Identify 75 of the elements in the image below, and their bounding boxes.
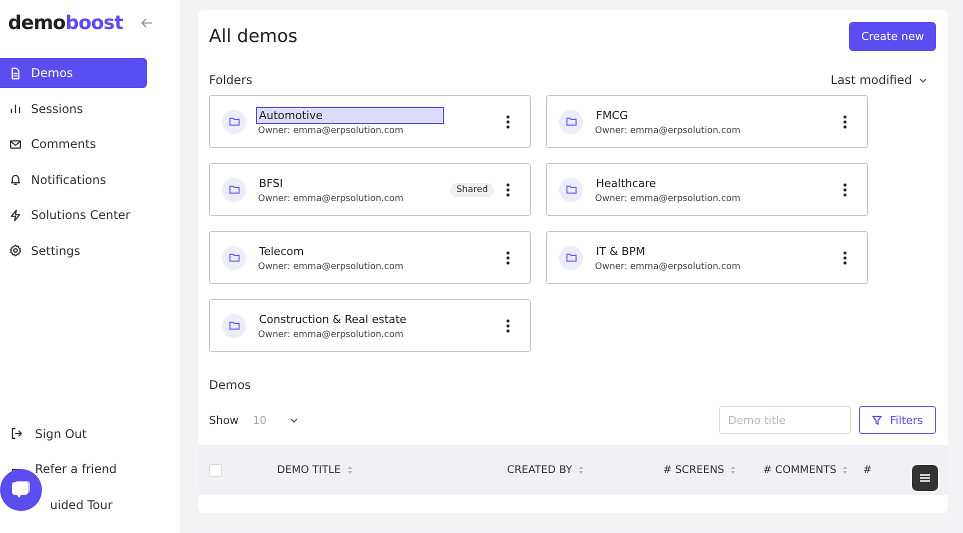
menu-icon xyxy=(919,473,931,483)
sort-icon xyxy=(842,465,848,475)
more-options-icon[interactable] xyxy=(506,114,510,128)
column-header[interactable]: DEMO TITLE xyxy=(277,464,507,476)
sort-icon xyxy=(346,465,353,475)
folder-owner: Owner: emma@erpsolution.com xyxy=(258,262,404,272)
folder-card[interactable]: Telecom Owner: emma@erpsolution.com xyxy=(209,231,531,284)
folder-card[interactable]: BFSI Owner: emma@erpsolution.com Shared xyxy=(209,163,531,216)
create-new-button[interactable]: Create new xyxy=(849,22,936,51)
folder-card[interactable]: IT & BPM Owner: emma@erpsolution.com xyxy=(546,231,868,284)
logo: demoboost xyxy=(8,12,123,34)
folder-owner: Owner: emma@erpsolution.com xyxy=(258,194,404,204)
page-title: All demos xyxy=(209,26,298,47)
bolt-icon xyxy=(9,208,22,222)
search-field[interactable]: Demo title xyxy=(719,406,852,434)
collapse-arrow-icon[interactable] xyxy=(140,16,154,30)
folder-name: IT & BPM xyxy=(595,244,646,260)
more-options-icon[interactable] xyxy=(506,250,510,264)
folder-card[interactable]: FMCG Owner: emma@erpsolution.com xyxy=(546,95,868,148)
folder-name: FMCG xyxy=(595,108,630,124)
shared-badge: Shared xyxy=(450,182,494,196)
folder-icon xyxy=(559,178,583,202)
settings-icon xyxy=(9,244,22,257)
more-options-icon[interactable] xyxy=(843,114,847,128)
folder-card[interactable]: Healthcare Owner: emma@erpsolution.com xyxy=(546,163,868,216)
nav-item[interactable]: Demos xyxy=(0,58,147,88)
folder-card[interactable]: Automotive Owner: emma@erpsolution.com xyxy=(209,95,531,148)
column-header[interactable]: # COMMENTS xyxy=(763,464,863,476)
folder-icon xyxy=(559,110,583,134)
folder-owner: Owner: emma@erpsolution.com xyxy=(595,262,742,272)
more-options-icon[interactable] xyxy=(506,318,510,332)
sign-out-icon xyxy=(10,427,23,440)
folder-name: Automotive xyxy=(256,107,444,124)
select-all-checkbox[interactable] xyxy=(209,464,222,476)
sort-dropdown[interactable]: Last modified xyxy=(830,73,928,87)
nav-item[interactable]: Comments xyxy=(0,129,147,159)
sort-icon xyxy=(578,465,584,475)
menu-button[interactable] xyxy=(912,465,938,491)
folder-icon xyxy=(222,246,246,270)
folder-owner: Owner: emma@erpsolution.com xyxy=(595,126,742,136)
folder-name: Construction & Real estate xyxy=(258,312,408,328)
document-icon xyxy=(9,66,22,80)
section-heading: Demos xyxy=(209,378,252,392)
nav-item[interactable]: Notifications xyxy=(0,164,147,194)
show-label: Show xyxy=(209,414,239,426)
column-header[interactable]: # xyxy=(863,464,893,476)
more-options-icon[interactable] xyxy=(506,182,510,196)
folder-icon xyxy=(222,178,246,202)
folder-icon xyxy=(222,314,246,338)
more-options-icon[interactable] xyxy=(843,250,847,264)
filters-button[interactable]: Filters xyxy=(859,406,936,434)
sort-icon xyxy=(730,465,736,475)
more-options-icon[interactable] xyxy=(843,182,847,196)
folder-icon xyxy=(222,110,246,134)
filter-icon xyxy=(872,415,882,425)
nav-item[interactable]: Sessions xyxy=(0,94,147,124)
folder-owner: Owner: emma@erpsolution.com xyxy=(595,194,742,204)
folder-icon xyxy=(559,246,583,270)
nav-item[interactable]: Settings xyxy=(0,236,147,266)
folder-name: BFSI xyxy=(258,176,284,192)
folder-owner: Owner: emma@erpsolution.com xyxy=(258,330,404,340)
column-header[interactable]: CREATED BY xyxy=(507,464,663,476)
folder-name: Healthcare xyxy=(595,176,657,192)
nav-item[interactable]: Sign Out xyxy=(35,426,87,440)
folder-owner: Owner: emma@erpsolution.com xyxy=(258,126,404,136)
nav-item[interactable]: Refer a friend xyxy=(35,462,117,476)
nav-item[interactable]: uided Tour xyxy=(50,498,113,512)
bell-icon xyxy=(9,173,22,186)
mail-icon xyxy=(9,138,22,150)
bar-chart-icon xyxy=(9,102,22,115)
section-heading: Folders xyxy=(209,73,252,87)
nav-item[interactable]: Solutions Center xyxy=(0,200,147,230)
folder-card[interactable]: Construction & Real estate Owner: emma@erpsolution.com xyxy=(209,299,531,352)
folder-name: Telecom xyxy=(258,244,305,260)
column-header[interactable]: # SCREENS xyxy=(663,464,763,476)
